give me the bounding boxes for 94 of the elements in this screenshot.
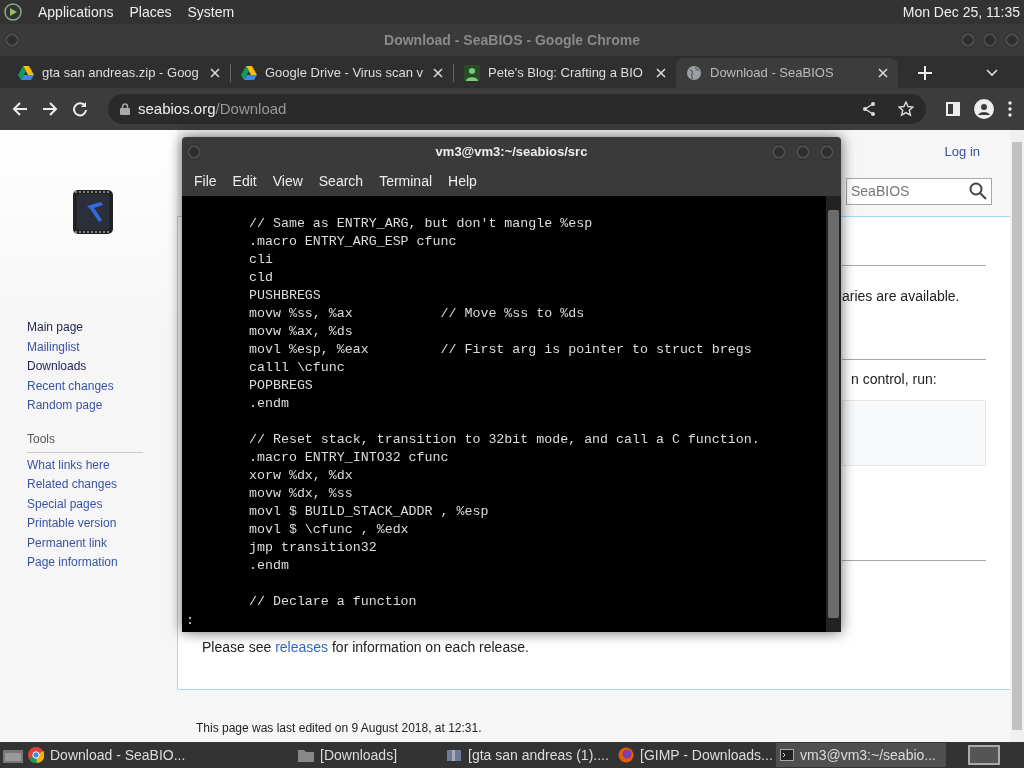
login-link[interactable]: Log in xyxy=(944,142,980,162)
bookmark-star-icon[interactable] xyxy=(898,101,914,117)
body-text: aries are available. xyxy=(842,286,961,306)
scrollbar-thumb[interactable] xyxy=(828,210,839,618)
folder-icon xyxy=(298,748,314,762)
taskbar-item[interactable]: [gta san andreas (1).... xyxy=(442,743,614,767)
code-line: movw %dx, %ss xyxy=(248,485,354,503)
menu-item[interactable]: Terminal xyxy=(371,170,441,192)
code-line: .endm xyxy=(248,395,290,413)
archive-icon xyxy=(446,747,462,763)
taskbar-item[interactable]: Download - SeaBIO... xyxy=(24,743,294,767)
scrollbar[interactable] xyxy=(1010,130,1024,742)
nav-link[interactable]: What links here xyxy=(27,455,110,475)
footer-text: This page was last edited on 9 August 2018, at 12:31. xyxy=(196,719,483,737)
menu-item[interactable]: View xyxy=(264,170,311,192)
close-icon[interactable] xyxy=(656,68,666,78)
share-icon[interactable] xyxy=(862,101,876,117)
browser-tab[interactable]: gta san andreas.zip - Goog xyxy=(8,58,230,88)
new-tab-icon[interactable] xyxy=(918,66,932,80)
nav-link[interactable]: Recent changes xyxy=(27,376,114,396)
drive-icon xyxy=(241,65,257,81)
search-icon[interactable] xyxy=(969,181,987,200)
more-menu-icon[interactable] xyxy=(1008,101,1012,117)
nav-link[interactable]: Printable version xyxy=(27,514,117,534)
reload-icon[interactable] xyxy=(72,101,88,117)
search-field[interactable]: SeaBIOS xyxy=(846,177,992,205)
close-icon[interactable] xyxy=(210,68,220,78)
sidebar-heading: Tools xyxy=(27,429,143,453)
menu-item[interactable]: Edit xyxy=(224,170,265,192)
code-line: cld xyxy=(248,269,274,287)
panel-menu[interactable]: Places xyxy=(129,1,172,23)
code-line: // Declare a function xyxy=(248,593,418,611)
code-line: cli xyxy=(248,251,274,269)
browser-tab[interactable]: Pete's Blog: Crafting a BIO xyxy=(454,58,676,88)
menu-item[interactable]: File xyxy=(186,170,225,192)
panel-menu[interactable]: System xyxy=(187,1,235,23)
fox-icon xyxy=(618,747,634,763)
nav-link[interactable]: Random page xyxy=(27,396,103,416)
nav-link[interactable]: Page information xyxy=(27,553,118,573)
code-line: PUSHBREGS xyxy=(248,287,322,305)
address-bar[interactable]: seabios.org/Download xyxy=(108,94,926,124)
terminal-icon xyxy=(780,749,794,761)
back-icon[interactable] xyxy=(12,101,28,117)
browser-tab[interactable]: Google Drive - Virus scan v xyxy=(231,58,453,88)
code-line: .macro ENTRY_INTO32 cfunc xyxy=(248,449,450,467)
url-text: seabios.org/Download xyxy=(138,98,287,119)
menu-item[interactable]: Search xyxy=(310,170,372,192)
scrollbar[interactable] xyxy=(826,196,841,632)
globe-icon xyxy=(686,65,702,81)
nav-link[interactable]: Related changes xyxy=(27,475,118,495)
body-text: n control, run: xyxy=(851,369,938,389)
chrome-icon xyxy=(28,747,44,763)
nav-link[interactable]: Permanent link xyxy=(27,533,108,553)
panel-menu[interactable]: Applications xyxy=(38,1,114,23)
scrollbar-thumb[interactable] xyxy=(1012,142,1022,730)
code-line: jmp transition32 xyxy=(248,539,378,557)
workspace-switcher[interactable] xyxy=(968,745,1000,765)
menu-logo-icon[interactable] xyxy=(4,3,22,21)
code-line: // Reset stack, transition to 32bit mode, and call a C function. xyxy=(248,431,761,449)
avatar-icon xyxy=(464,65,480,81)
code-line: movw %ss, %ax // Move %ss to %ds xyxy=(248,305,586,323)
code-line: movl %esp, %eax // First arg is pointer to struct bregs xyxy=(248,341,753,359)
browser-tab[interactable]: Download - SeaBIOS xyxy=(676,58,898,88)
window-title: vm3@vm3:~/seabios/src xyxy=(435,142,588,161)
drive-icon xyxy=(18,65,34,81)
code-line: calll \cfunc xyxy=(248,359,346,377)
terminal-prompt: : xyxy=(186,612,194,630)
code-line: .endm xyxy=(248,557,290,575)
code-line: movl $ BUILD_STACK_ADDR , %esp xyxy=(248,503,490,521)
nav-link[interactable]: Downloads xyxy=(27,357,87,377)
taskbar-item[interactable]: vm3@vm3:~/seabio... xyxy=(776,743,946,767)
window-title: Download - SeaBIOS - Google Chrome xyxy=(384,30,640,50)
forward-icon[interactable] xyxy=(42,101,58,117)
releases-link[interactable]: releases xyxy=(275,638,329,655)
nav-link[interactable]: Mailinglist xyxy=(27,337,80,357)
code-line: POPBREGS xyxy=(248,377,314,395)
code-line: movw %ax, %ds xyxy=(248,323,354,341)
tab-list-icon[interactable] xyxy=(986,69,998,77)
body-text: Please see releases for information on each release. xyxy=(202,637,530,657)
lock-icon xyxy=(120,103,130,115)
code-line: movl $ \cfunc , %edx xyxy=(248,521,410,539)
profile-icon[interactable] xyxy=(974,99,994,119)
close-icon[interactable] xyxy=(878,68,888,78)
menu-item[interactable]: Help xyxy=(440,170,485,192)
close-icon[interactable] xyxy=(433,68,443,78)
code-line: .macro ENTRY_ARG_ESP cfunc xyxy=(248,233,458,251)
taskbar-item[interactable]: [GIMP - Downloads... xyxy=(614,743,776,767)
taskbar-item[interactable]: [Downloads] xyxy=(294,743,442,767)
nav-link[interactable]: Main page xyxy=(27,318,84,338)
clock: Mon Dec 25, 11:35 xyxy=(902,2,1020,22)
code-line: xorw %dx, %dx xyxy=(248,467,354,485)
nav-link[interactable]: Special pages xyxy=(27,494,103,514)
side-panel-icon[interactable] xyxy=(946,102,960,116)
code-line: // Same as ENTRY_ARG, but don't mangle %esp xyxy=(248,215,594,233)
